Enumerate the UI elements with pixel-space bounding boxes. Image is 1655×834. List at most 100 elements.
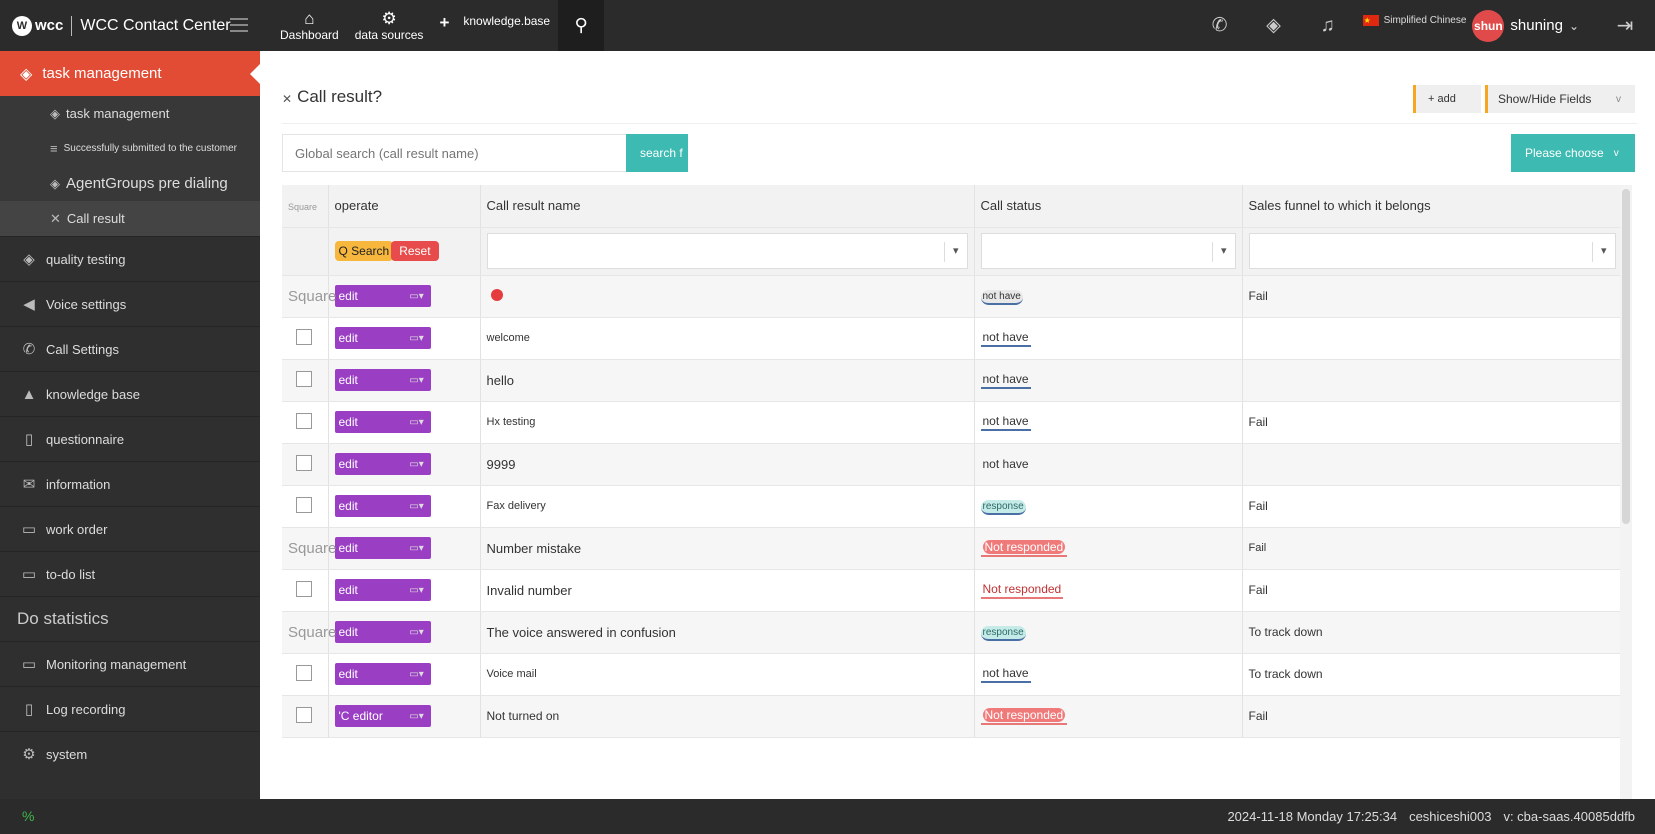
row-checkbox[interactable] [296,454,312,471]
table-row[interactable]: Square edit ▭▾ The voice answered in conf… [282,611,1623,654]
avatar[interactable]: shun [1472,9,1505,42]
phone-icon[interactable]: ✆ [1193,14,1247,37]
filter-name-select[interactable] [486,233,968,269]
row-checkbox[interactable] [296,706,312,723]
call-result-icon: ✕ [50,210,61,226]
table-row[interactable]: edit ▭▾ Invalid number Not responded Fail [282,569,1623,612]
table-row[interactable]: edit ▭▾ 9999 not have [282,443,1623,486]
edit-button[interactable]: edit ▭▾ [334,327,431,349]
submenu-task-management[interactable]: ◈ task management [0,96,260,131]
top-bar: Wwcc WCC Contact Center ⌂ Dashboard ⚙ da… [0,0,1655,51]
row-funnel-cell [1242,359,1623,402]
row-funnel-cell: Fail [1242,485,1623,528]
edit-button[interactable]: edit ▭▾ [334,663,431,685]
brand[interactable]: Wwcc WCC Contact Center [0,0,260,51]
add-button[interactable]: + add [1413,85,1481,113]
global-search-input[interactable] [282,134,627,172]
please-choose-dropdown[interactable]: Please choose v [1511,134,1635,172]
table-row[interactable]: edit ▭▾ Fax delivery response Fail [282,485,1623,528]
chevron-down-icon[interactable]: ⌄ [1569,19,1579,33]
submenu-call-result[interactable]: ✕ Call result [0,201,260,236]
edit-button[interactable]: edit ▭▾ [334,285,431,307]
nav-data-sources[interactable]: ⚙ data sources [347,0,432,51]
header-sales-funnel[interactable]: Sales funnel to which it belongs [1242,185,1623,228]
table-row[interactable]: edit ▭▾ Hx testing not have Fail [282,401,1623,444]
filter-funnel-select[interactable] [1248,233,1616,269]
sidebar-item-work-order[interactable]: ▭ work order [0,506,260,551]
edit-button[interactable]: edit ▭▾ [334,453,431,475]
dropdown-icon[interactable]: ▭▾ [403,333,431,344]
nav-knowledge-base[interactable]: + knowledge.base [431,0,558,51]
layers-icon[interactable]: ◈ [1247,14,1301,37]
table-row[interactable]: 'C editor ▭▾ Not turned on Not responded … [282,695,1623,738]
edit-button[interactable]: edit ▭▾ [334,411,431,433]
row-checkbox[interactable] [296,496,312,513]
sidebar-item-quality-testing[interactable]: ◈ quality testing [0,236,260,281]
dropdown-icon[interactable]: ▭▾ [403,711,431,722]
table-scrollbar-thumb[interactable] [1622,189,1630,524]
sidebar-item-log-recording[interactable]: ▯ Log recording [0,686,260,731]
sidebar-item-task-management[interactable]: ◈ task management [0,51,260,96]
sidebar-item-to-do-list[interactable]: ▭ to-do list [0,551,260,596]
dropdown-icon[interactable]: ▭▾ [403,669,431,680]
table-row[interactable]: edit ▭▾ Voice mail not have To track down [282,653,1623,696]
edit-button[interactable]: edit ▭▾ [334,537,431,559]
table-row[interactable]: Square edit ▭▾ Number mistake Not respond… [282,527,1623,570]
folder-icon: ▭ [21,521,37,538]
dropdown-icon[interactable]: ▭▾ [403,627,431,638]
header-call-result-name[interactable]: Call result name [480,185,975,228]
notebook-icon: ▯ [24,701,34,718]
edit-button[interactable]: edit ▭▾ [334,621,431,643]
table-row[interactable]: edit ▭▾ welcome not have [282,317,1623,360]
row-checkbox[interactable] [296,328,312,345]
header-call-status[interactable]: Call status [974,185,1243,228]
footer-version: v: cba-saas.40085ddfb [1503,809,1635,824]
q-search-button[interactable]: Q Search [334,241,394,261]
language-selector[interactable]: ★ Simplified Chinese [1362,15,1466,26]
filter-status-select[interactable] [980,233,1236,269]
row-checkbox[interactable] [296,664,312,681]
sidebar-item-call-settings[interactable]: ✆ Call Settings [0,326,260,371]
dropdown-icon[interactable]: ▭▾ [403,417,431,428]
sidebar-item-knowledge-base[interactable]: ▲ knowledge base [0,371,260,416]
search-button[interactable]: search f [626,134,688,172]
submenu-agentgroups-pre-dialing[interactable]: ◈ AgentGroups pre dialing [0,166,260,201]
bell-icon[interactable]: ♫ [1301,15,1355,37]
top-search-button[interactable]: ⚲ [558,0,605,51]
hamburger-menu-icon[interactable] [230,18,248,32]
link-icon[interactable]: % [22,808,34,824]
sidebar-heading-statistics[interactable]: Do statistics [0,596,260,641]
reset-button[interactable]: Reset [391,241,439,261]
edit-button[interactable]: edit ▭▾ [334,579,431,601]
dropdown-icon[interactable]: ▭▾ [403,291,431,302]
table-row[interactable]: edit ▭▾ hello not have [282,359,1623,402]
submenu-submitted-to-customer[interactable]: ≡ Successfully submitted to the customer [0,131,260,166]
sidebar-item-information[interactable]: ✉ information [0,461,260,506]
row-checkbox-cell [282,359,329,402]
edit-button[interactable]: edit ▭▾ [334,495,431,517]
dropdown-icon[interactable]: ▭▾ [403,375,431,386]
table-row[interactable]: Square edit ▭▾ not have Fail [282,275,1623,318]
row-funnel-cell: To track down [1242,653,1623,696]
row-checkbox[interactable] [296,580,312,597]
edit-button[interactable]: edit ▭▾ [334,369,431,391]
nav-dashboard[interactable]: ⌂ Dashboard [272,0,347,51]
sidebar-item-voice-settings[interactable]: ◀ Voice settings [0,281,260,326]
dropdown-icon[interactable]: ▭▾ [403,543,431,554]
row-checkbox[interactable] [296,412,312,429]
sidebar-item-questionnaire[interactable]: ▯ questionnaire [0,416,260,461]
header-square[interactable]: Square [282,185,329,228]
sidebar-item-system[interactable]: ⚙ system [0,731,260,776]
dropdown-icon[interactable]: ▭▾ [403,585,431,596]
row-funnel-cell [1242,317,1623,360]
logout-icon[interactable]: ⇥ [1595,13,1655,38]
editor-button[interactable]: 'C editor ▭▾ [334,705,431,727]
chevron-down-icon: v [1613,147,1619,159]
sidebar-item-monitoring[interactable]: ▭ Monitoring management [0,641,260,686]
row-checkbox[interactable] [296,370,312,387]
dropdown-icon[interactable]: ▭▾ [403,501,431,512]
dropdown-icon[interactable]: ▭▾ [403,459,431,470]
username[interactable]: shuning [1510,17,1563,34]
row-funnel-cell: Fail [1242,695,1623,738]
show-hide-fields-button[interactable]: Show/Hide Fields v [1485,85,1635,113]
